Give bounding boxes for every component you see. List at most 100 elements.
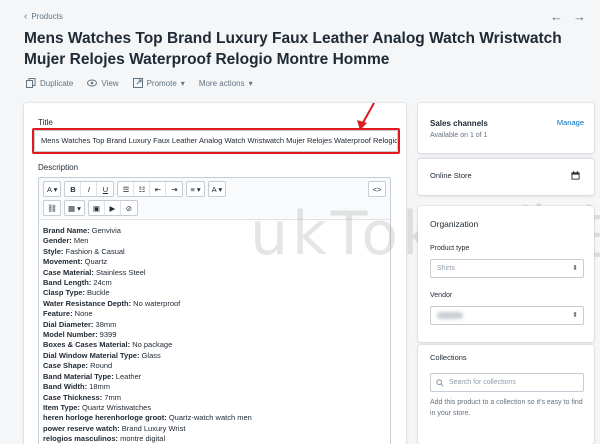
align-button[interactable]: ≡ ▾ [187, 182, 203, 196]
arrow-left-icon[interactable]: ← [550, 9, 563, 24]
breadcrumb-label[interactable]: Products [31, 12, 63, 21]
product-type-label: Product type [430, 245, 470, 252]
spec-key: Band Length: [43, 278, 92, 288]
caret-down-icon: ▾ [248, 78, 253, 88]
font-format-button[interactable]: A ▾ [44, 182, 60, 196]
spec-line: Case Material: Stainless Steel [43, 268, 386, 278]
prev-next-nav: ← → [550, 9, 586, 24]
spec-key: Boxes & Cases Material: [43, 340, 131, 350]
description-content[interactable]: Brand Name: Genvivia Gender: Men Style: Fa… [39, 220, 390, 444]
online-store-label: Online Store [430, 171, 472, 180]
spec-line: Band Material Type: Leather [43, 372, 386, 382]
duplicate-button[interactable]: Duplicate [26, 78, 73, 88]
arrow-right-icon[interactable]: → [573, 9, 586, 24]
spec-line: Dial Window Material Type: Glass [43, 351, 386, 361]
title-label: Title [38, 118, 53, 127]
outdent-button[interactable]: ⇤ [150, 182, 167, 196]
product-type-select[interactable]: Shirts ⬍ [430, 259, 584, 278]
collections-title: Collections [430, 353, 467, 362]
chevron-left-icon: ‹ [24, 11, 28, 22]
spec-key: Brand Name: [43, 226, 90, 235]
spec-key: heren horloge herenhorloge groot: [43, 413, 167, 423]
spec-line: Item Type: Quartz Wristwatches [43, 403, 386, 413]
spec-value: Round [88, 361, 113, 371]
spec-value: Quartz-watch watch men [166, 413, 252, 423]
video-icon[interactable]: ▶ [105, 201, 121, 215]
underline-button[interactable]: U [97, 182, 113, 196]
select-caret-icon: ⬍ [572, 265, 578, 272]
spec-line: power reserve watch: Brand Luxury Wrist [43, 424, 386, 434]
vendor-select[interactable]: ⬍ [430, 306, 584, 325]
spec-line: Model Number: 9399 [43, 330, 386, 340]
numbered-list-button[interactable]: ☷ [134, 182, 151, 196]
spec-line: Brand Name: Genvivia [43, 226, 386, 236]
description-editor[interactable]: A ▾ B I U ☰ ☷ ⇤ ⇥ ≡ ▾ A ▾ <> ⛓ ▦ ▾ ▣ ▶ ⊘… [38, 177, 391, 444]
blurred-vendor-value [437, 311, 463, 319]
table-icon[interactable]: ▦ ▾ [65, 201, 84, 215]
spec-key: Dial Diameter: [43, 319, 94, 329]
spec-key: Gender: [43, 236, 72, 246]
italic-button[interactable]: I [81, 182, 98, 196]
spec-key: Movement: [43, 257, 83, 267]
spec-line: Case Thickness: 7mm [43, 393, 386, 403]
collections-search-placeholder: Search for collections [449, 379, 516, 386]
manage-link[interactable]: Manage [557, 118, 584, 127]
spec-key: Clasp Type: [43, 288, 85, 298]
collections-search-input[interactable]: Search for collections [430, 373, 584, 392]
spec-line: Feature: None [43, 309, 386, 319]
spec-key: relogios masculinos: [43, 434, 119, 444]
spec-value: None [72, 309, 93, 319]
action-bar: Duplicate View Promote ▾ More actions ▾ [26, 78, 253, 88]
spec-key: Case Shape: [43, 361, 89, 371]
external-icon [132, 78, 143, 88]
spec-line: Dial Diameter: 38mm [43, 320, 386, 330]
link-icon[interactable]: ⛓ [44, 201, 60, 215]
select-caret-icon: ⬍ [572, 312, 578, 319]
spec-line: Clasp Type: Buckle [43, 288, 386, 298]
promote-button[interactable]: Promote ▾ [132, 78, 185, 88]
spec-value: Stainless Steel [93, 267, 146, 277]
spec-value: No waterproof [131, 298, 181, 308]
spec-value: Quartz Wristwatches [79, 402, 152, 412]
collections-hint: Add this product to a collection so it's… [430, 399, 583, 417]
view-label: View [101, 78, 119, 88]
product-details-card: Title Mens Watches Top Brand Luxury Faux… [24, 102, 406, 444]
indent-button[interactable]: ⇥ [166, 182, 182, 196]
spec-line: Band Width: 18mm [43, 382, 386, 392]
text-color-button[interactable]: A ▾ [209, 182, 225, 196]
spec-value: montre digital [118, 434, 166, 444]
bullet-list-button[interactable]: ☰ [118, 182, 135, 196]
spec-line: Movement: Quartz [43, 257, 386, 267]
online-store-row: Online Store [418, 158, 594, 195]
spec-key: Style: [43, 246, 64, 256]
more-actions-label: More actions [198, 78, 245, 88]
title-input[interactable]: Mens Watches Top Brand Luxury Faux Leath… [34, 130, 398, 152]
more-actions-button[interactable]: More actions ▾ [199, 79, 253, 88]
page-title: Mens Watches Top Brand Luxury Faux Leath… [24, 30, 562, 68]
spec-key: Case Material: [43, 267, 94, 277]
breadcrumb[interactable]: ‹ Products [24, 11, 63, 22]
collections-card: Collections Search for collections Add t… [418, 345, 594, 444]
view-button[interactable]: View [87, 78, 119, 88]
calendar-icon[interactable] [571, 171, 580, 180]
spec-line: Boxes & Cases Material: No package [43, 340, 386, 350]
spec-line: Gender: Men [43, 236, 386, 246]
spec-value: 38mm [93, 319, 117, 329]
spec-value: Genvivia [89, 226, 121, 235]
organization-card: Organization Product type Shirts ⬍ Vendo… [418, 206, 594, 342]
eye-icon [87, 79, 98, 87]
bold-button[interactable]: B [65, 182, 82, 196]
spec-key: Band Width: [43, 382, 88, 392]
spec-value: Quartz [82, 257, 108, 267]
spec-value: Brand Luxury Wrist [119, 423, 186, 433]
html-toggle-button[interactable]: <> [369, 182, 385, 196]
spec-key: Case Thickness: [43, 392, 103, 402]
spec-key: Water Resistance Depth: [43, 298, 132, 308]
clear-format-icon[interactable]: ⊘ [121, 201, 137, 215]
spec-value: Glass [139, 350, 161, 360]
spec-value: 18mm [87, 382, 111, 392]
spec-value: Men [71, 236, 89, 246]
image-icon[interactable]: ▣ [89, 201, 105, 215]
product-type-value: Shirts [437, 265, 455, 272]
spec-line: relogios masculinos: montre digital [43, 434, 386, 444]
